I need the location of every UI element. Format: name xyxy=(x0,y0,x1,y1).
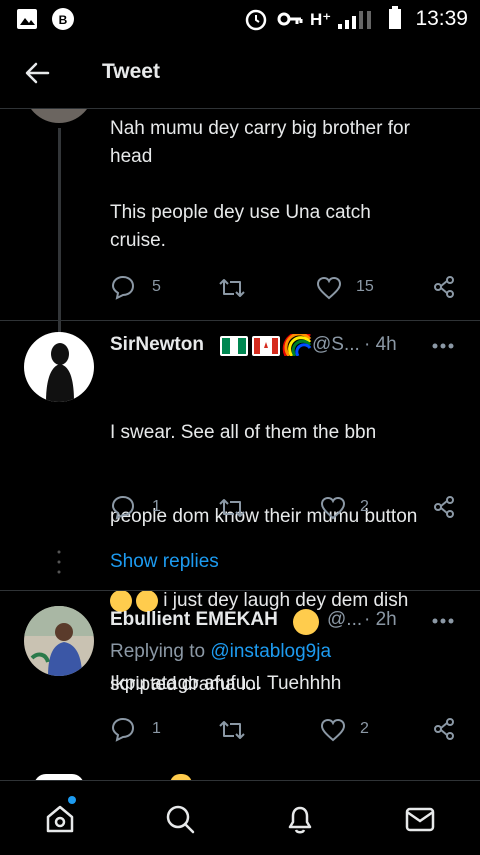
reply-count: 5 xyxy=(152,278,161,295)
status-time: 13:39 xyxy=(415,7,468,30)
divider xyxy=(0,590,480,591)
retweet-icon[interactable] xyxy=(218,496,246,520)
more-icon[interactable] xyxy=(432,617,454,625)
retweet-icon[interactable] xyxy=(218,276,246,300)
bottom-navigation xyxy=(0,780,480,855)
gallery-icon xyxy=(17,9,37,29)
tweet-time[interactable]: · 2h xyxy=(364,609,397,631)
tweet-text: Ikpu atago afufu... Tuehhhh xyxy=(110,673,342,694)
search-icon[interactable] xyxy=(164,803,196,835)
like-count: 2 xyxy=(360,720,369,737)
like-count: 15 xyxy=(356,278,374,295)
mention-link[interactable]: @instablog9ja xyxy=(210,641,331,662)
share-icon[interactable] xyxy=(432,717,456,741)
like-count: 2 xyxy=(360,498,369,515)
avatar[interactable] xyxy=(24,332,94,402)
share-icon[interactable] xyxy=(432,275,456,299)
alarm-icon xyxy=(245,9,267,31)
avatar[interactable] xyxy=(24,606,94,676)
like-icon[interactable] xyxy=(316,276,342,300)
messages-envelope-icon[interactable] xyxy=(404,803,436,835)
key-icon xyxy=(277,12,303,26)
user-name[interactable]: Ebullient EMEKAH xyxy=(110,609,278,631)
flag-emojis xyxy=(220,334,312,356)
smiling-emoji-icon xyxy=(293,609,319,635)
svg-text:B: B xyxy=(59,13,68,27)
reply-count: 1 xyxy=(152,720,161,737)
user-handle[interactable]: @... xyxy=(327,609,362,631)
notifications-bell-icon[interactable] xyxy=(284,803,316,835)
user-handle[interactable]: @S... xyxy=(312,334,360,356)
reply-icon[interactable] xyxy=(110,494,136,520)
replying-to: Replying to @instablog9ja xyxy=(110,641,332,662)
home-icon[interactable] xyxy=(44,803,76,835)
retweet-icon[interactable] xyxy=(218,718,246,742)
more-icon[interactable] xyxy=(432,342,454,350)
divider xyxy=(0,320,480,321)
share-icon[interactable] xyxy=(432,495,456,519)
reply-icon[interactable] xyxy=(110,274,136,300)
like-icon[interactable] xyxy=(320,718,346,742)
page-title: Tweet xyxy=(102,60,160,83)
whatsapp-business-icon: B xyxy=(52,8,74,30)
signal-icon xyxy=(338,11,371,29)
tweet-time[interactable]: · 4h xyxy=(364,334,397,356)
show-replies-link[interactable]: Show replies xyxy=(110,551,219,573)
reply-count: 1 xyxy=(152,498,161,515)
thread-line xyxy=(58,128,61,333)
like-icon[interactable] xyxy=(320,496,346,520)
status-bar: B H⁺ 13:39 xyxy=(0,0,480,38)
avatar-partial[interactable] xyxy=(24,109,94,123)
user-name[interactable]: SirNewton xyxy=(110,334,204,356)
reply-icon[interactable] xyxy=(110,716,136,742)
thread-dots-icon xyxy=(57,550,61,574)
tweet-text: Nah mumu dey carry big brother for head … xyxy=(110,118,410,251)
back-arrow-icon[interactable] xyxy=(24,60,50,86)
notification-dot xyxy=(68,796,76,804)
top-app-bar: Tweet xyxy=(0,38,480,109)
network-type: H⁺ xyxy=(310,10,332,29)
battery-icon xyxy=(389,6,401,29)
